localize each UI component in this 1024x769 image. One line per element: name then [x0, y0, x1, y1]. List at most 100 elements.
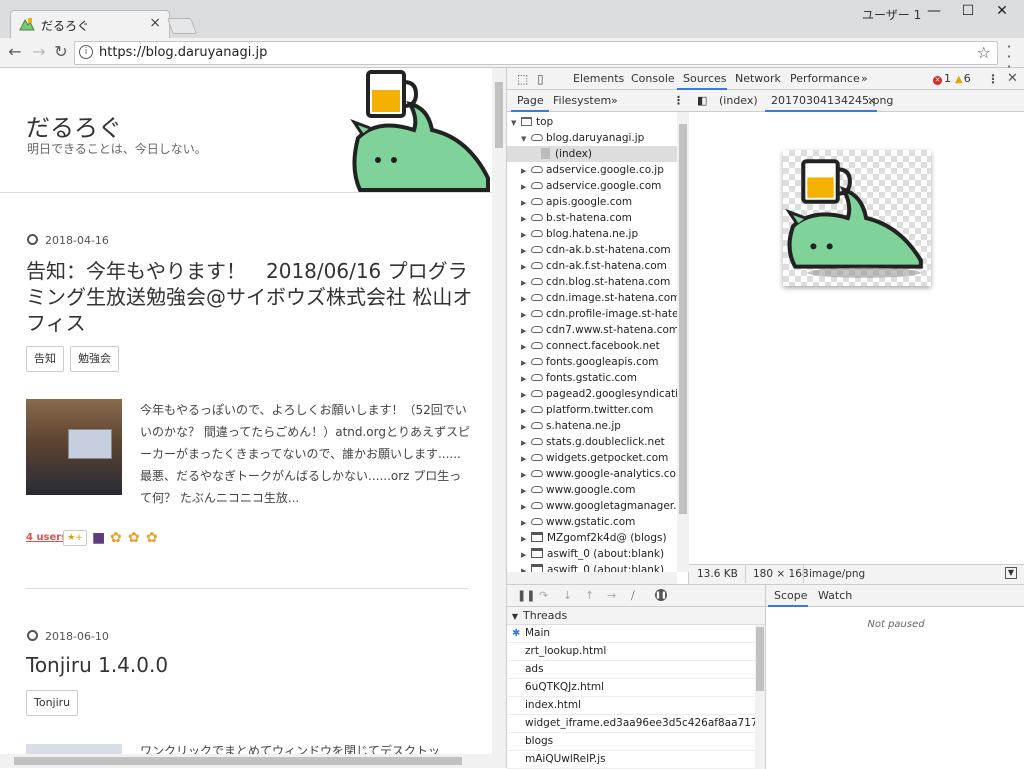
- post-thumbnail[interactable]: [26, 399, 122, 495]
- inspect-element-icon[interactable]: ⬚: [517, 72, 528, 86]
- page-horizontal-scrollbar[interactable]: [0, 754, 506, 768]
- step-out-icon[interactable]: ↑: [585, 589, 594, 602]
- thread-item[interactable]: index.html: [507, 697, 755, 715]
- tree-node-domain[interactable]: ▶ www.gstatic.com: [521, 514, 635, 530]
- tree-node-domain[interactable]: ▶ cdn-ak.b.st-hatena.com: [521, 242, 671, 258]
- tab-close-icon[interactable]: ×: [149, 15, 161, 31]
- tree-node-domain[interactable]: ▶pagead2.googlesyndication.cc: [521, 386, 677, 402]
- thread-item[interactable]: widget_iframe.ed3aa96ee3d5c426af8aa71746…: [507, 715, 755, 733]
- tab-watch[interactable]: Watch: [818, 589, 852, 602]
- mascot-logo[interactable]: [348, 68, 494, 192]
- star-icon[interactable]: ✿: [146, 530, 158, 546]
- tab-performance[interactable]: Performance: [790, 72, 860, 85]
- post-title[interactable]: 告知：今年もやります！ 2018/06/16 プログラミング生放送勉強会@サイボ…: [26, 258, 476, 336]
- browser-tab[interactable]: だるろぐ ×: [10, 10, 170, 38]
- hatena-bookmark-count[interactable]: 4 users: [26, 532, 67, 543]
- tree-node-frame[interactable]: ▶ aswift_0 (about:blank): [521, 562, 664, 572]
- tree-node-frame[interactable]: ▶ MZgomf2k4d@ (blogs): [521, 530, 667, 546]
- close-window-button[interactable]: ✕: [980, 0, 1024, 24]
- device-toolbar-icon[interactable]: ▯: [537, 72, 544, 86]
- thread-item[interactable]: blogs: [507, 733, 755, 751]
- tab-sources[interactable]: Sources: [683, 72, 727, 85]
- reload-button[interactable]: ↻: [52, 43, 70, 61]
- editor-tab-index[interactable]: (index): [719, 94, 758, 107]
- thread-item[interactable]: ads: [507, 661, 755, 679]
- tree-node-origin[interactable]: ▼ blog.daruyanagi.jp: [521, 130, 644, 146]
- page-vertical-scrollbar[interactable]: [492, 68, 506, 756]
- tree-node-domain[interactable]: ▶www.googletagmanager.com: [521, 498, 677, 514]
- tab-scope[interactable]: Scope: [774, 589, 808, 602]
- tree-node-domain[interactable]: ▶ s.hatena.ne.jp: [521, 418, 621, 434]
- tab-elements[interactable]: Elements: [573, 72, 624, 85]
- star-icon[interactable]: ✿: [110, 530, 122, 546]
- navigator-menu-icon[interactable]: ⋮: [673, 94, 684, 107]
- step-into-icon[interactable]: ↓: [563, 589, 572, 602]
- tree-node-domain[interactable]: ▶ widgets.getpocket.com: [521, 450, 668, 466]
- tree-node-frame[interactable]: ▶ aswift_0 (about:blank): [521, 546, 664, 562]
- step-icon[interactable]: →: [607, 589, 616, 602]
- tree-horizontal-scrollbar[interactable]: [507, 572, 677, 584]
- tree-vertical-scrollbar[interactable]: [677, 112, 689, 572]
- devtools-menu-icon[interactable]: ⋮: [987, 72, 999, 86]
- tree-node-top[interactable]: ▼ top: [511, 114, 553, 130]
- tree-node-domain[interactable]: ▶ cdn7.www.st-hatena.com: [521, 322, 677, 338]
- tree-node-domain[interactable]: ▶ cdn-ak.f.st-hatena.com: [521, 258, 667, 274]
- warning-count[interactable]: ▲6: [955, 72, 971, 85]
- user-avatar-icon[interactable]: ■: [92, 530, 105, 546]
- tree-node-domain[interactable]: ▶cdn.profile-image.st-hatena.cc: [521, 306, 677, 322]
- tree-node-domain[interactable]: ▶ www.google-analytics.com: [521, 466, 677, 482]
- post-tag[interactable]: 告知: [26, 346, 64, 372]
- close-devtools-icon[interactable]: ✕: [1007, 71, 1018, 86]
- download-icon[interactable]: ▼: [1005, 567, 1017, 579]
- tree-node-domain[interactable]: ▶ fonts.gstatic.com: [521, 370, 637, 386]
- star-icon[interactable]: ✿: [128, 530, 140, 546]
- tab-filesystem[interactable]: Filesystem: [553, 94, 611, 107]
- bookmark-star-icon[interactable]: ☆: [977, 43, 991, 62]
- thread-item[interactable]: zrt_lookup.html: [507, 643, 755, 661]
- tree-node-domain[interactable]: ▶ cdn.image.st-hatena.com: [521, 290, 677, 306]
- tree-node-domain[interactable]: ▶ platform.twitter.com: [521, 402, 653, 418]
- tree-node-domain[interactable]: ▶ adservice.google.com: [521, 178, 661, 194]
- threads-header[interactable]: ▼ Threads: [507, 607, 765, 625]
- post-tag[interactable]: 勉強会: [70, 346, 119, 372]
- devtools-panel: ⬚ ▯ Elements Console Sources Network Per…: [506, 68, 1024, 769]
- address-bar[interactable]: i https://blog.daruyanagi.jp ☆: [74, 41, 998, 65]
- tab-console[interactable]: Console: [631, 72, 675, 85]
- add-star-button[interactable]: ★+: [63, 530, 87, 546]
- step-over-icon[interactable]: ↷: [539, 589, 548, 602]
- new-tab-button[interactable]: [167, 18, 197, 34]
- threads-scrollbar[interactable]: [755, 625, 765, 769]
- tree-node-domain[interactable]: ▶ apis.google.com: [521, 194, 632, 210]
- tree-node-domain[interactable]: ▶ blog.hatena.ne.jp: [521, 226, 638, 242]
- url-text[interactable]: https://blog.daruyanagi.jp: [99, 45, 267, 60]
- tree-node-domain[interactable]: ▶ www.google.com: [521, 482, 635, 498]
- more-tabs-icon[interactable]: »: [861, 72, 868, 85]
- blog-title[interactable]: だるろぐ: [26, 108, 122, 143]
- post-title[interactable]: Tonjiru 1.4.0.0: [26, 652, 476, 678]
- site-info-icon[interactable]: i: [79, 45, 93, 59]
- tree-node-domain[interactable]: ▶ cdn.blog.st-hatena.com: [521, 274, 670, 290]
- forward-button[interactable]: →: [30, 43, 48, 61]
- tree-node-domain[interactable]: ▶ connect.facebook.net: [521, 338, 660, 354]
- thread-item[interactable]: ✱ Main: [507, 625, 755, 643]
- back-button[interactable]: ←: [6, 43, 24, 61]
- tree-node-index-selected[interactable]: (index): [507, 146, 677, 162]
- thread-item[interactable]: mAiQUwlReIP.js: [507, 751, 755, 769]
- more-tabs-icon[interactable]: »: [611, 94, 618, 107]
- post-thumbnail[interactable]: [26, 744, 122, 754]
- tree-node-domain[interactable]: ▶ b.st-hatena.com: [521, 210, 632, 226]
- error-count[interactable]: ✕ 1: [933, 72, 951, 85]
- tab-page[interactable]: Page: [517, 94, 544, 107]
- deactivate-breakpoints-icon[interactable]: ⧸: [631, 589, 635, 603]
- tree-node-domain[interactable]: ▶ stats.g.doubleclick.net: [521, 434, 665, 450]
- tree-node-domain[interactable]: ▶ adservice.google.co.jp: [521, 162, 664, 178]
- thread-item[interactable]: 6uQTKQJz.html: [507, 679, 755, 697]
- tab-network[interactable]: Network: [735, 72, 781, 85]
- pause-on-exceptions-icon[interactable]: ❚❚: [655, 589, 667, 601]
- cloud-icon: [531, 310, 543, 317]
- tree-node-domain[interactable]: ▶ fonts.googleapis.com: [521, 354, 659, 370]
- post-tag[interactable]: Tonjiru: [26, 690, 79, 716]
- pause-icon[interactable]: ❚❚: [517, 589, 535, 602]
- toggle-navigator-icon[interactable]: ◧: [697, 94, 707, 107]
- close-editor-tab-icon[interactable]: ×: [867, 94, 876, 107]
